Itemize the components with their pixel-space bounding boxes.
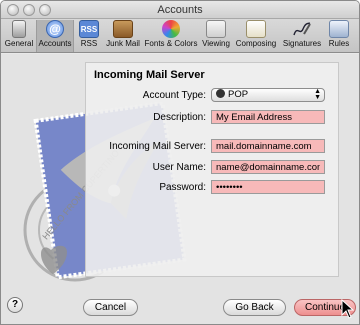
- toolbar-item-label: Signatures: [282, 39, 322, 48]
- toolbar-item-label: Rules: [328, 39, 350, 48]
- close-window-button[interactable]: [7, 4, 19, 16]
- assistant-content: HELLO FROM CUPERTINO Incoming Mail Serve…: [1, 54, 359, 324]
- toolbar-item-viewing[interactable]: Viewing: [200, 20, 232, 52]
- user-name-label: User Name:: [152, 162, 206, 173]
- go-back-button[interactable]: Go Back: [223, 299, 286, 316]
- incoming-mail-server-label: Incoming Mail Server:: [109, 141, 206, 152]
- help-button[interactable]: ?: [7, 297, 23, 313]
- incoming-mail-server-field[interactable]: [211, 139, 325, 153]
- accounts-window: Accounts General @ Accounts RSS RSS Junk…: [0, 0, 360, 325]
- toolbar-item-fonts-colors[interactable]: Fonts & Colors: [143, 20, 199, 52]
- composing-icon: [246, 20, 266, 38]
- account-type-label: Account Type:: [142, 90, 206, 101]
- toolbar-item-accounts[interactable]: @ Accounts: [36, 20, 74, 52]
- minimize-window-button[interactable]: [23, 4, 35, 16]
- toolbar-item-rss[interactable]: RSS RSS: [75, 20, 103, 52]
- panel-heading: Incoming Mail Server: [94, 69, 205, 81]
- signatures-icon: [292, 20, 312, 38]
- toolbar-item-junk-mail[interactable]: Junk Mail: [104, 20, 142, 52]
- incoming-mail-server-panel: Incoming Mail Server Account Type: POP ▲…: [85, 62, 339, 277]
- toolbar-item-general[interactable]: General: [3, 20, 35, 52]
- zoom-window-button[interactable]: [39, 4, 51, 16]
- password-field[interactable]: [211, 180, 325, 194]
- viewing-icon: [206, 20, 226, 38]
- window-title: Accounts: [157, 4, 203, 16]
- rules-icon: [329, 20, 349, 38]
- description-label: Description:: [153, 112, 206, 123]
- description-field[interactable]: [211, 110, 325, 124]
- toolbar-item-signatures[interactable]: Signatures: [280, 20, 324, 52]
- toolbar-item-label: RSS: [80, 39, 98, 48]
- junk-mail-icon: [113, 20, 133, 38]
- cancel-button[interactable]: Cancel: [83, 299, 138, 316]
- rss-icon: RSS: [79, 20, 99, 38]
- account-type-select[interactable]: POP ▲ ▼: [211, 88, 325, 102]
- chevron-up-down-icon: ▲ ▼: [314, 88, 321, 101]
- toolbar-item-label: Viewing: [202, 39, 230, 48]
- toolbar-item-label: Composing: [235, 39, 277, 48]
- at-sign-icon: @: [46, 20, 64, 38]
- preferences-toolbar: General @ Accounts RSS RSS Junk Mail Fon…: [1, 19, 359, 53]
- toolbar-item-label: General: [4, 39, 34, 48]
- toolbar-item-label: Fonts & Colors: [144, 39, 198, 48]
- toolbar-item-rules[interactable]: Rules: [325, 20, 353, 52]
- mouse-pointer-icon: [341, 299, 355, 319]
- fonts-colors-icon: [162, 20, 180, 38]
- switch-icon: [12, 20, 26, 38]
- toolbar-item-label: Accounts: [38, 39, 72, 48]
- globe-icon: [216, 89, 225, 98]
- title-bar: Accounts: [1, 1, 359, 19]
- user-name-field[interactable]: [211, 160, 325, 174]
- account-type-value: POP: [228, 89, 249, 100]
- toolbar-item-composing[interactable]: Composing: [233, 20, 279, 52]
- toolbar-item-label: Junk Mail: [106, 39, 140, 48]
- password-label: Password:: [159, 182, 206, 193]
